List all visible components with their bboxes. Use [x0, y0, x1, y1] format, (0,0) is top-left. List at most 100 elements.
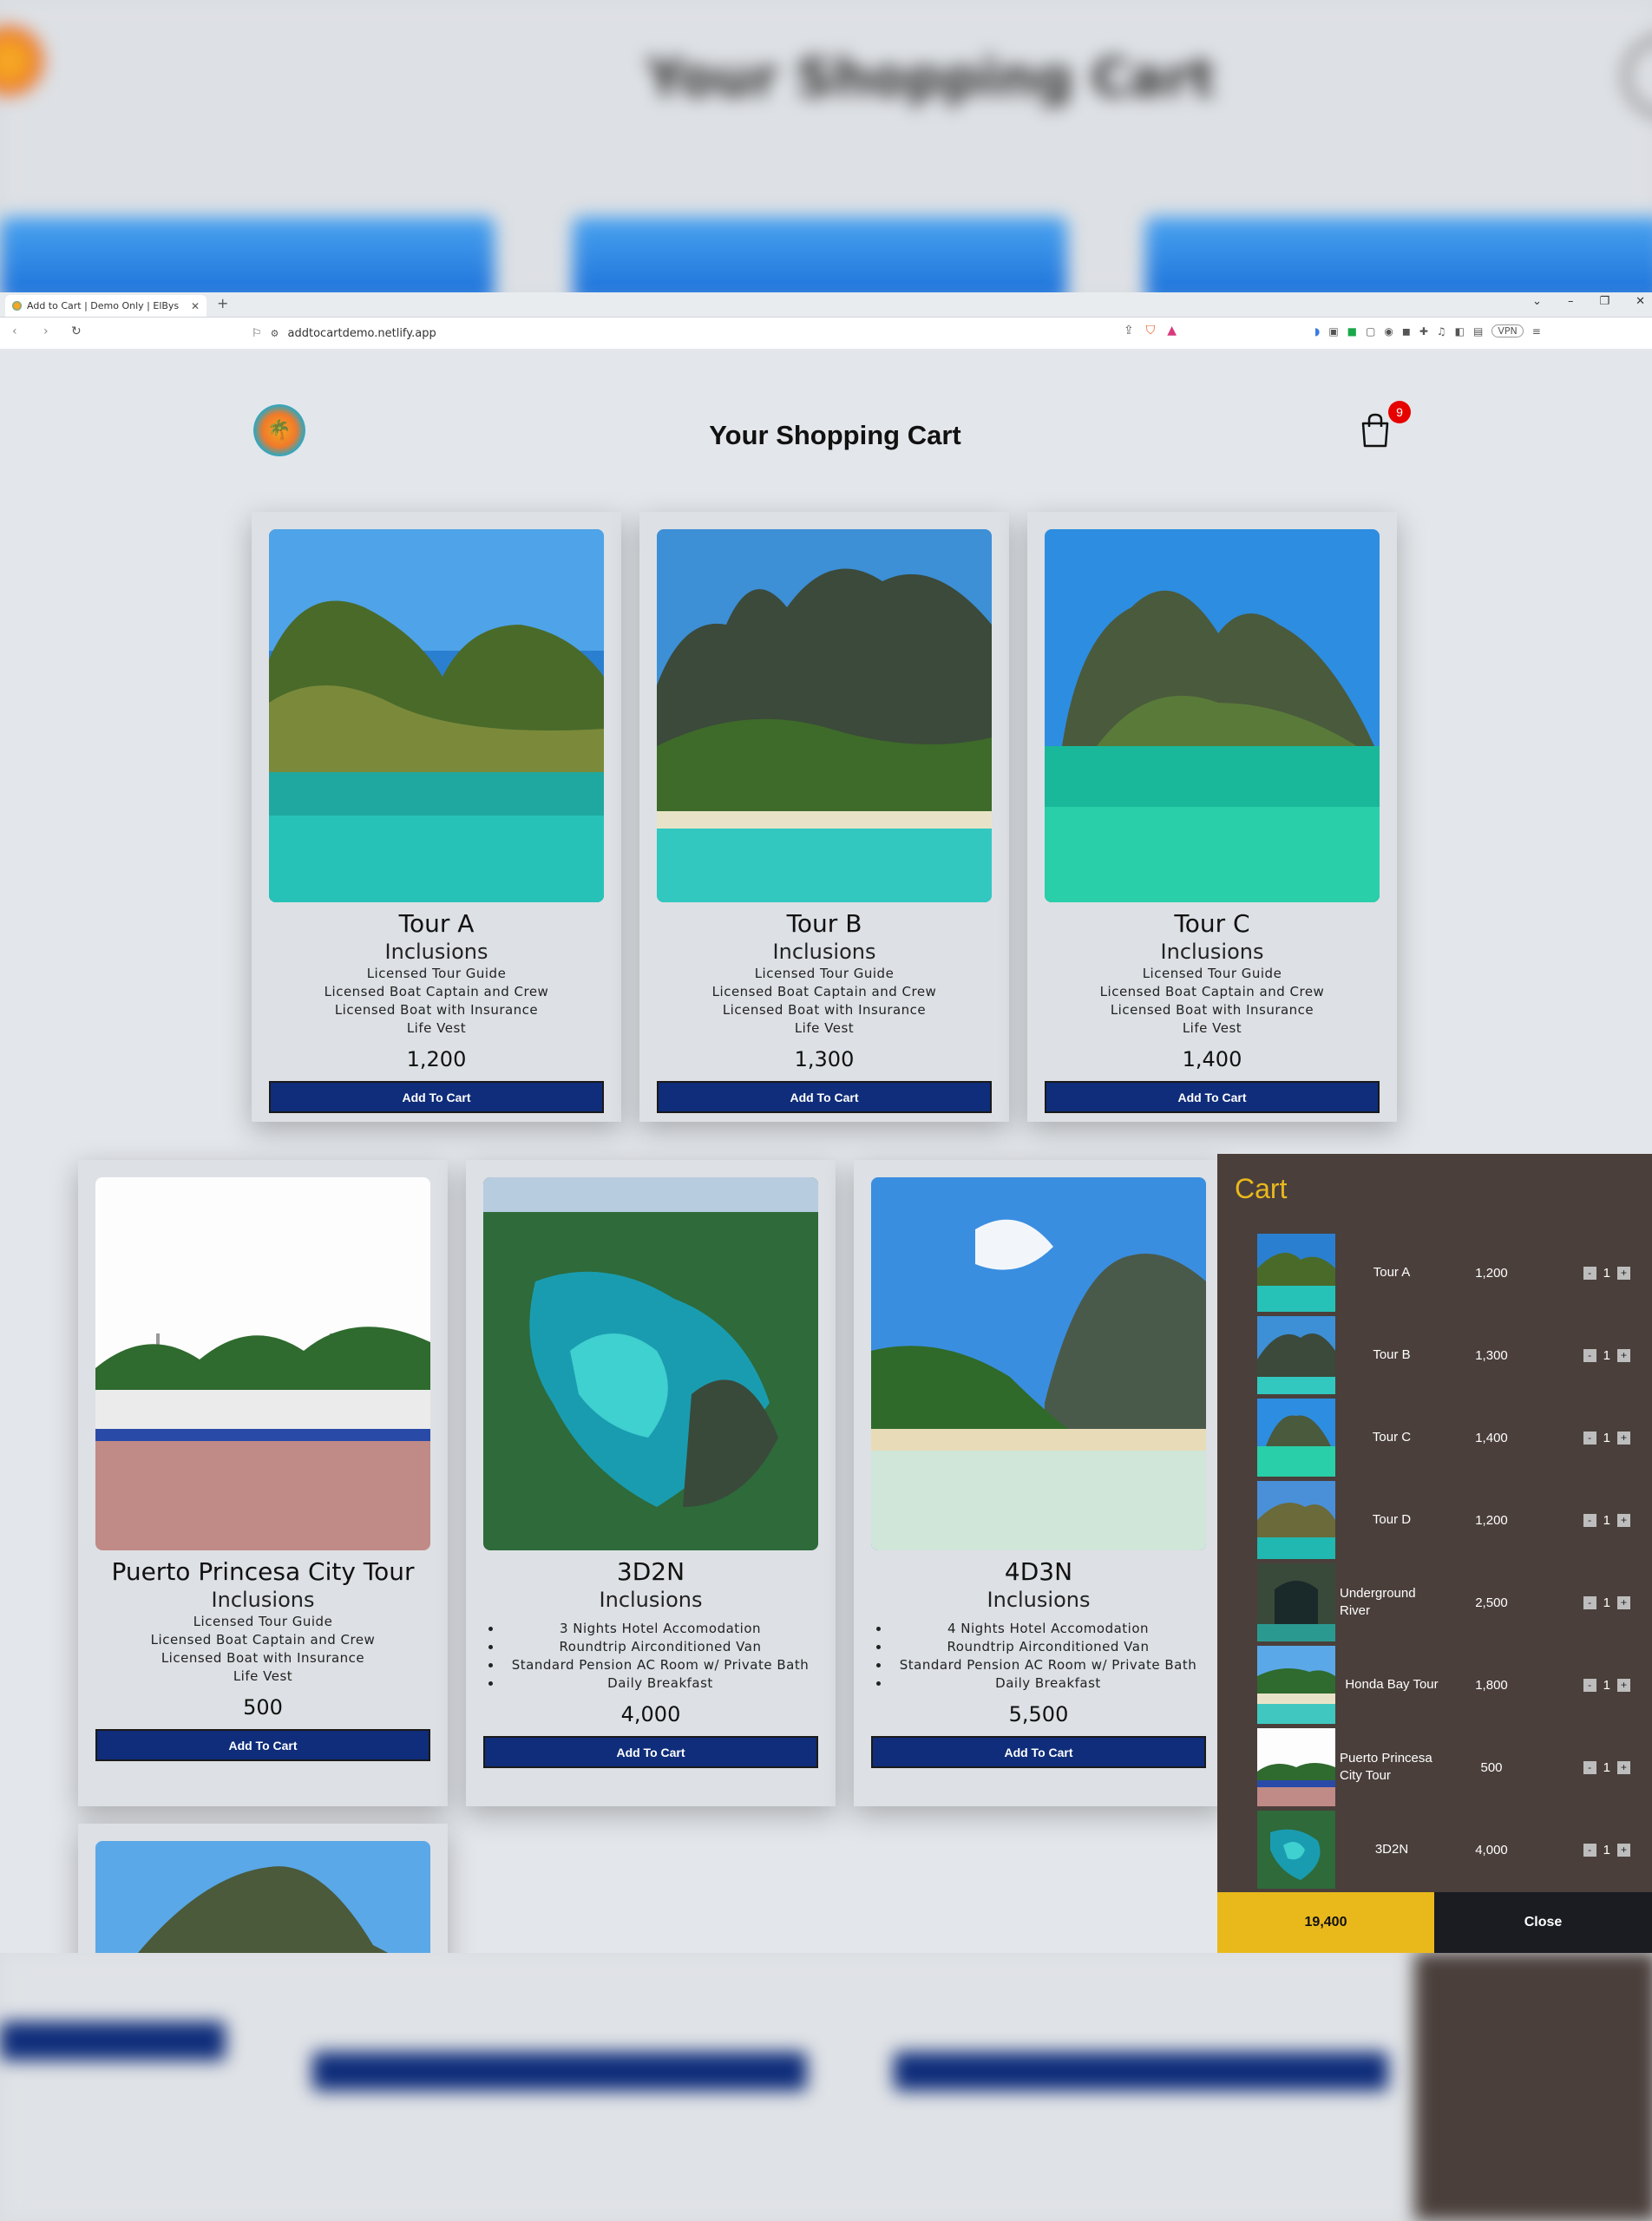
cart-item-name: Tour A: [1373, 1265, 1411, 1280]
inclusion-item: Daily Breakfast: [890, 1674, 1223, 1693]
increase-button[interactable]: +: [1617, 1843, 1630, 1857]
add-to-cart-button[interactable]: Add To Cart: [269, 1081, 604, 1113]
music-icon[interactable]: ♫: [1437, 325, 1446, 337]
decrease-button[interactable]: -: [1583, 1348, 1596, 1362]
extension-icon[interactable]: ▢: [1366, 325, 1375, 337]
inclusions-heading: Inclusions: [987, 1588, 1091, 1612]
cart-title: Cart: [1235, 1173, 1288, 1204]
cart-item-thumbnail: [1257, 1316, 1335, 1394]
minimize-icon[interactable]: –: [1568, 295, 1574, 308]
add-to-cart-button[interactable]: Add To Cart: [871, 1736, 1206, 1768]
cart-item: Underground River 2,500 - 1 +: [1257, 1563, 1630, 1641]
cart-item-name: Tour C: [1372, 1430, 1412, 1445]
increase-button[interactable]: +: [1617, 1431, 1630, 1445]
card-body: Tour B Inclusions Licensed Tour Guide Li…: [639, 909, 1009, 1113]
share-icon[interactable]: ⇪: [1124, 324, 1134, 337]
inclusion-item: Licensed Boat with Insurance: [334, 1002, 539, 1018]
product-card-4d3n: 4D3N Inclusions 4 Nights Hotel Accomodat…: [854, 1160, 1223, 1806]
increase-button[interactable]: +: [1617, 1348, 1630, 1362]
cart-item-price: 2,500: [1475, 1595, 1508, 1610]
increase-button[interactable]: +: [1617, 1266, 1630, 1280]
favicon-icon: [12, 301, 22, 311]
quantity-stepper: - 1 +: [1583, 1431, 1630, 1445]
inclusion-item: Life Vest: [233, 1668, 293, 1684]
browser-tab[interactable]: Add to Cart | Demo Only | ElBys ✕: [5, 295, 206, 317]
cart-item-name: Tour B: [1373, 1347, 1411, 1362]
rewards-icon[interactable]: ▲: [1167, 324, 1177, 337]
product-photo: [483, 1177, 818, 1550]
quantity-stepper: - 1 +: [1583, 1678, 1630, 1693]
bookmark-icon[interactable]: ⚐: [252, 327, 262, 340]
new-tab-icon[interactable]: +: [217, 295, 228, 311]
decrease-button[interactable]: -: [1583, 1431, 1596, 1445]
increase-button[interactable]: +: [1617, 1513, 1630, 1527]
brave-shield-icon[interactable]: ⛉: [1146, 324, 1156, 337]
close-window-icon[interactable]: ✕: [1636, 295, 1645, 308]
decrease-button[interactable]: -: [1583, 1513, 1596, 1527]
extension-icon[interactable]: ◼: [1402, 325, 1411, 337]
inclusion-item: Licensed Tour Guide: [193, 1614, 333, 1629]
audio-icon[interactable]: ◗: [1314, 325, 1320, 337]
backdrop-bottom: [0, 1952, 1652, 2221]
tab-search-icon[interactable]: ⌄: [1532, 295, 1542, 308]
back-icon[interactable]: ‹: [12, 324, 17, 338]
decrease-button[interactable]: -: [1583, 1678, 1596, 1692]
cart-item-qty: 1: [1603, 1842, 1610, 1857]
menu-icon[interactable]: ≡: [1532, 325, 1541, 337]
browser-shields: ⇪ ⛉ ▲: [1124, 324, 1177, 337]
browser-window: Add to Cart | Demo Only | ElBys ✕ + ⌄ – …: [0, 292, 1652, 1953]
restore-icon[interactable]: ❐: [1599, 295, 1609, 308]
add-to-cart-button[interactable]: Add To Cart: [95, 1729, 430, 1761]
quantity-stepper: - 1 +: [1583, 1513, 1630, 1528]
cart-item-name: 3D2N: [1374, 1842, 1409, 1857]
inclusions-heading: Inclusions: [384, 940, 488, 964]
inclusion-item: Life Vest: [794, 1020, 855, 1036]
decrease-button[interactable]: -: [1583, 1595, 1596, 1609]
tab-close-icon[interactable]: ✕: [191, 300, 200, 312]
decrease-button[interactable]: -: [1583, 1843, 1596, 1857]
extensions-bar: ◗ ▣ ■ ▢ ◉ ◼ ✚ ♫ ◧ ▤ VPN ≡: [1314, 324, 1541, 337]
cart-item-thumbnail: [1257, 1563, 1335, 1641]
close-cart-button[interactable]: Close: [1434, 1892, 1652, 1953]
product-photo: [95, 1177, 430, 1550]
backdrop-title: Your Shopping Cart: [646, 48, 1216, 108]
product-card-tour-b: Tour B Inclusions Licensed Tour Guide Li…: [639, 512, 1009, 1122]
cart-item-qty: 1: [1603, 1677, 1610, 1693]
cart-item-price: 1,800: [1475, 1677, 1508, 1693]
extension-icon[interactable]: ▣: [1328, 325, 1338, 337]
vpn-button[interactable]: VPN: [1491, 324, 1524, 337]
site-info-icon[interactable]: ⚙: [271, 328, 279, 339]
extension-icon[interactable]: ◉: [1384, 325, 1393, 337]
add-to-cart-button[interactable]: Add To Cart: [657, 1081, 992, 1113]
extension-icon[interactable]: ■: [1347, 325, 1357, 337]
puzzle-icon[interactable]: ✚: [1419, 325, 1428, 337]
inclusion-item: Standard Pension AC Room w/ Private Bath: [502, 1656, 836, 1674]
product-card-3d2n: 3D2N Inclusions 3 Nights Hotel Accomodat…: [466, 1160, 836, 1806]
increase-button[interactable]: +: [1617, 1678, 1630, 1692]
increase-button[interactable]: +: [1617, 1595, 1630, 1609]
url-field[interactable]: ⚐ ⚙ addtocartdemo.netlify.app: [252, 323, 1215, 344]
card-body: Tour A Inclusions Licensed Tour Guide Li…: [252, 909, 621, 1113]
inclusion-item: Roundtrip Airconditioned Van: [890, 1638, 1223, 1656]
decrease-button[interactable]: -: [1583, 1266, 1596, 1280]
wallet-icon[interactable]: ▤: [1473, 325, 1483, 337]
backdrop-button: [0, 2021, 226, 2060]
quantity-stepper: - 1 +: [1583, 1266, 1630, 1281]
backdrop-card: [0, 217, 495, 304]
sidebar-icon[interactable]: ◧: [1455, 325, 1465, 337]
cart-item-thumbnail: [1257, 1811, 1335, 1889]
forward-icon[interactable]: ›: [43, 324, 49, 338]
inclusion-item: Licensed Boat Captain and Crew: [150, 1632, 376, 1648]
cart-item: Honda Bay Tour 1,800 - 1 +: [1257, 1646, 1630, 1724]
reload-icon[interactable]: ↻: [71, 324, 82, 338]
increase-button[interactable]: +: [1617, 1760, 1630, 1774]
url-text: addtocartdemo.netlify.app: [287, 326, 436, 340]
product-title: Puerto Princesa City Tour: [111, 1557, 415, 1586]
cart-item: Puerto Princesa City Tour 500 - 1 +: [1257, 1728, 1630, 1806]
cart-item-price: 1,200: [1475, 1512, 1508, 1528]
add-to-cart-button[interactable]: Add To Cart: [483, 1736, 818, 1768]
decrease-button[interactable]: -: [1583, 1760, 1596, 1774]
backdrop-card: [573, 217, 1067, 304]
cart-item: Tour C 1,400 - 1 +: [1257, 1399, 1630, 1477]
product-price: 1,300: [794, 1047, 855, 1071]
